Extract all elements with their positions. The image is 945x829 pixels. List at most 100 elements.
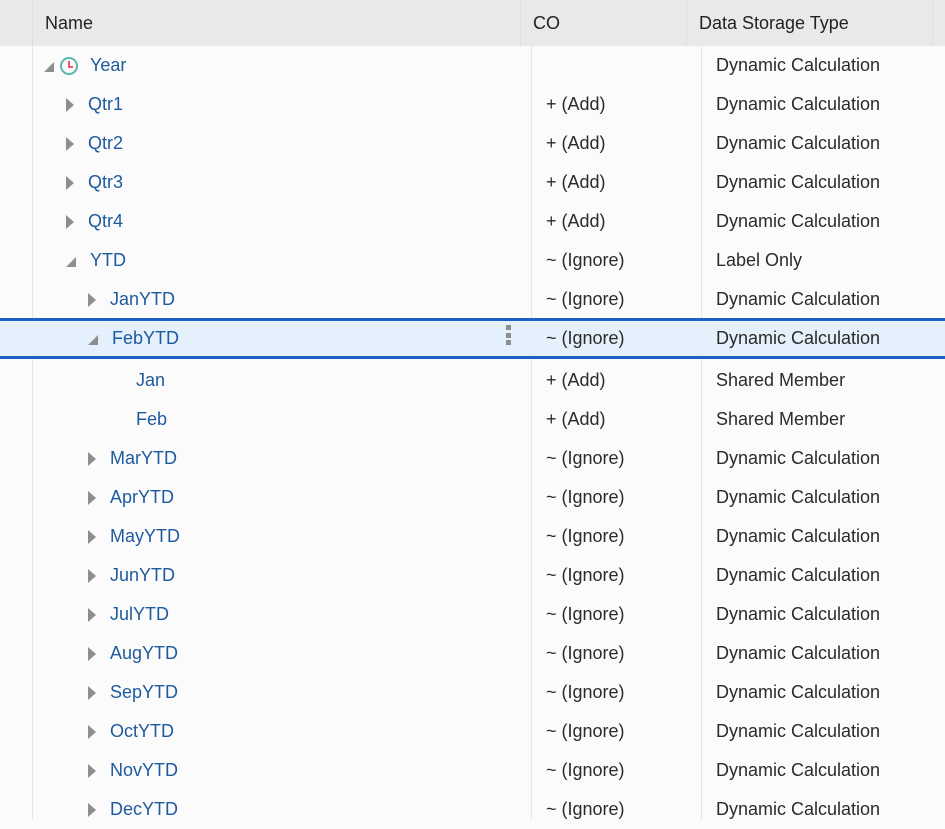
expand-triangle-icon[interactable] [88,802,96,817]
expand-triangle-icon[interactable] [88,763,96,778]
data-storage-type-cell[interactable]: Dynamic Calculation [716,712,880,751]
data-storage-type-cell[interactable]: Dynamic Calculation [716,85,880,124]
member-name[interactable]: Qtr1 [88,94,123,115]
consolidation-operator-cell[interactable]: ~ (Ignore) [546,751,625,790]
member-name[interactable]: FebYTD [112,328,179,349]
tree-row[interactable]: Qtr4 + (Add) Dynamic Calculation [0,202,945,241]
tree-row[interactable]: JulYTD ~ (Ignore) Dynamic Calculation [0,595,945,634]
tree-row[interactable]: YTD ~ (Ignore) Label Only [0,241,945,280]
consolidation-operator-cell[interactable]: ~ (Ignore) [546,634,625,673]
member-name[interactable]: Qtr4 [88,211,123,232]
tree-row[interactable]: Qtr3 + (Add) Dynamic Calculation [0,163,945,202]
expand-triangle-icon[interactable] [88,490,96,505]
data-storage-type-cell[interactable]: Shared Member [716,361,845,400]
expand-triangle-icon[interactable] [88,685,96,700]
data-storage-type-cell[interactable]: Dynamic Calculation [716,673,880,712]
column-header-name[interactable]: Name [32,0,520,46]
data-storage-type-cell[interactable]: Dynamic Calculation [716,595,880,634]
member-name[interactable]: NovYTD [110,760,178,781]
tree-row[interactable]: JunYTD ~ (Ignore) Dynamic Calculation [0,556,945,595]
expand-triangle-icon[interactable] [66,97,74,112]
tree-row[interactable]: Qtr1 + (Add) Dynamic Calculation [0,85,945,124]
data-storage-type-cell[interactable]: Dynamic Calculation [716,634,880,673]
consolidation-operator-cell[interactable]: ~ (Ignore) [546,595,625,634]
consolidation-operator-cell[interactable]: ~ (Ignore) [546,241,625,280]
member-name[interactable]: OctYTD [110,721,174,742]
data-storage-type-cell[interactable]: Dynamic Calculation [716,478,880,517]
consolidation-operator-cell[interactable]: ~ (Ignore) [546,673,625,712]
consolidation-operator-cell[interactable]: ~ (Ignore) [546,556,625,595]
member-name[interactable]: Jan [136,370,165,391]
consolidation-operator-cell[interactable]: ~ (Ignore) [546,478,625,517]
tree-row[interactable]: DecYTD ~ (Ignore) Dynamic Calculation [0,790,945,829]
member-name[interactable]: JulYTD [110,604,169,625]
expand-triangle-icon[interactable] [88,451,96,466]
column-header-dst[interactable]: Data Storage Type [686,0,932,46]
row-actions-kebab-icon[interactable] [506,325,512,345]
member-name[interactable]: Qtr3 [88,172,123,193]
member-name[interactable]: Year [90,55,126,76]
tree-row[interactable]: Feb + (Add) Shared Member [0,400,945,439]
expand-triangle-icon[interactable] [66,136,74,151]
collapse-triangle-icon[interactable] [88,334,98,345]
tree-row[interactable]: Year Dynamic Calculation [0,46,945,85]
tree-row[interactable]: AugYTD ~ (Ignore) Dynamic Calculation [0,634,945,673]
data-storage-type-cell[interactable]: Shared Member [716,400,845,439]
data-storage-type-cell[interactable]: Dynamic Calculation [716,46,880,85]
data-storage-type-cell[interactable]: Dynamic Calculation [716,751,880,790]
tree-row[interactable]: MarYTD ~ (Ignore) Dynamic Calculation [0,439,945,478]
tree-row[interactable]: Qtr2 + (Add) Dynamic Calculation [0,124,945,163]
tree-row[interactable]: FebYTD ~ (Ignore) Dynamic Calculation [0,318,945,359]
collapse-triangle-icon[interactable] [66,256,76,267]
data-storage-type-cell[interactable]: Dynamic Calculation [716,202,880,241]
expand-triangle-icon[interactable] [88,529,96,544]
consolidation-operator-cell[interactable]: ~ (Ignore) [546,439,625,478]
member-name[interactable]: Feb [136,409,167,430]
tree-row[interactable]: OctYTD ~ (Ignore) Dynamic Calculation [0,712,945,751]
member-name[interactable]: Qtr2 [88,133,123,154]
member-name[interactable]: YTD [90,250,126,271]
expand-triangle-icon[interactable] [88,292,96,307]
member-name[interactable]: DecYTD [110,799,178,820]
tree-row[interactable]: JanYTD ~ (Ignore) Dynamic Calculation [0,280,945,319]
tree-row[interactable]: Jan + (Add) Shared Member [0,361,945,400]
data-storage-type-cell[interactable]: Dynamic Calculation [716,321,880,356]
member-name[interactable]: JunYTD [110,565,175,586]
member-name[interactable]: JanYTD [110,289,175,310]
expand-triangle-icon[interactable] [66,175,74,190]
expand-triangle-icon[interactable] [66,214,74,229]
expand-triangle-icon[interactable] [88,724,96,739]
collapse-triangle-icon[interactable] [44,61,54,72]
data-storage-type-cell[interactable]: Dynamic Calculation [716,280,880,319]
consolidation-operator-cell[interactable]: ~ (Ignore) [546,321,625,356]
tree-row[interactable]: SepYTD ~ (Ignore) Dynamic Calculation [0,673,945,712]
column-header-co[interactable]: CO [520,0,686,46]
member-name[interactable]: AprYTD [110,487,174,508]
consolidation-operator-cell[interactable]: + (Add) [546,85,606,124]
expand-triangle-icon[interactable] [88,607,96,622]
expand-triangle-icon[interactable] [88,568,96,583]
data-storage-type-cell[interactable]: Dynamic Calculation [716,163,880,202]
consolidation-operator-cell[interactable]: + (Add) [546,400,606,439]
expand-triangle-icon[interactable] [88,646,96,661]
tree-row[interactable]: MayYTD ~ (Ignore) Dynamic Calculation [0,517,945,556]
data-storage-type-cell[interactable]: Dynamic Calculation [716,439,880,478]
consolidation-operator-cell[interactable]: ~ (Ignore) [546,790,625,829]
data-storage-type-cell[interactable]: Dynamic Calculation [716,790,880,829]
consolidation-operator-cell[interactable]: + (Add) [546,163,606,202]
consolidation-operator-cell[interactable]: + (Add) [546,124,606,163]
member-name[interactable]: MarYTD [110,448,177,469]
tree-row[interactable]: NovYTD ~ (Ignore) Dynamic Calculation [0,751,945,790]
data-storage-type-cell[interactable]: Dynamic Calculation [716,124,880,163]
consolidation-operator-cell[interactable]: ~ (Ignore) [546,712,625,751]
member-name[interactable]: MayYTD [110,526,180,547]
data-storage-type-cell[interactable]: Dynamic Calculation [716,556,880,595]
data-storage-type-cell[interactable]: Dynamic Calculation [716,517,880,556]
member-name[interactable]: SepYTD [110,682,178,703]
consolidation-operator-cell[interactable]: + (Add) [546,361,606,400]
data-storage-type-cell[interactable]: Label Only [716,241,802,280]
tree-row[interactable]: AprYTD ~ (Ignore) Dynamic Calculation [0,478,945,517]
member-name[interactable]: AugYTD [110,643,178,664]
consolidation-operator-cell[interactable]: + (Add) [546,202,606,241]
consolidation-operator-cell[interactable]: ~ (Ignore) [546,280,625,319]
